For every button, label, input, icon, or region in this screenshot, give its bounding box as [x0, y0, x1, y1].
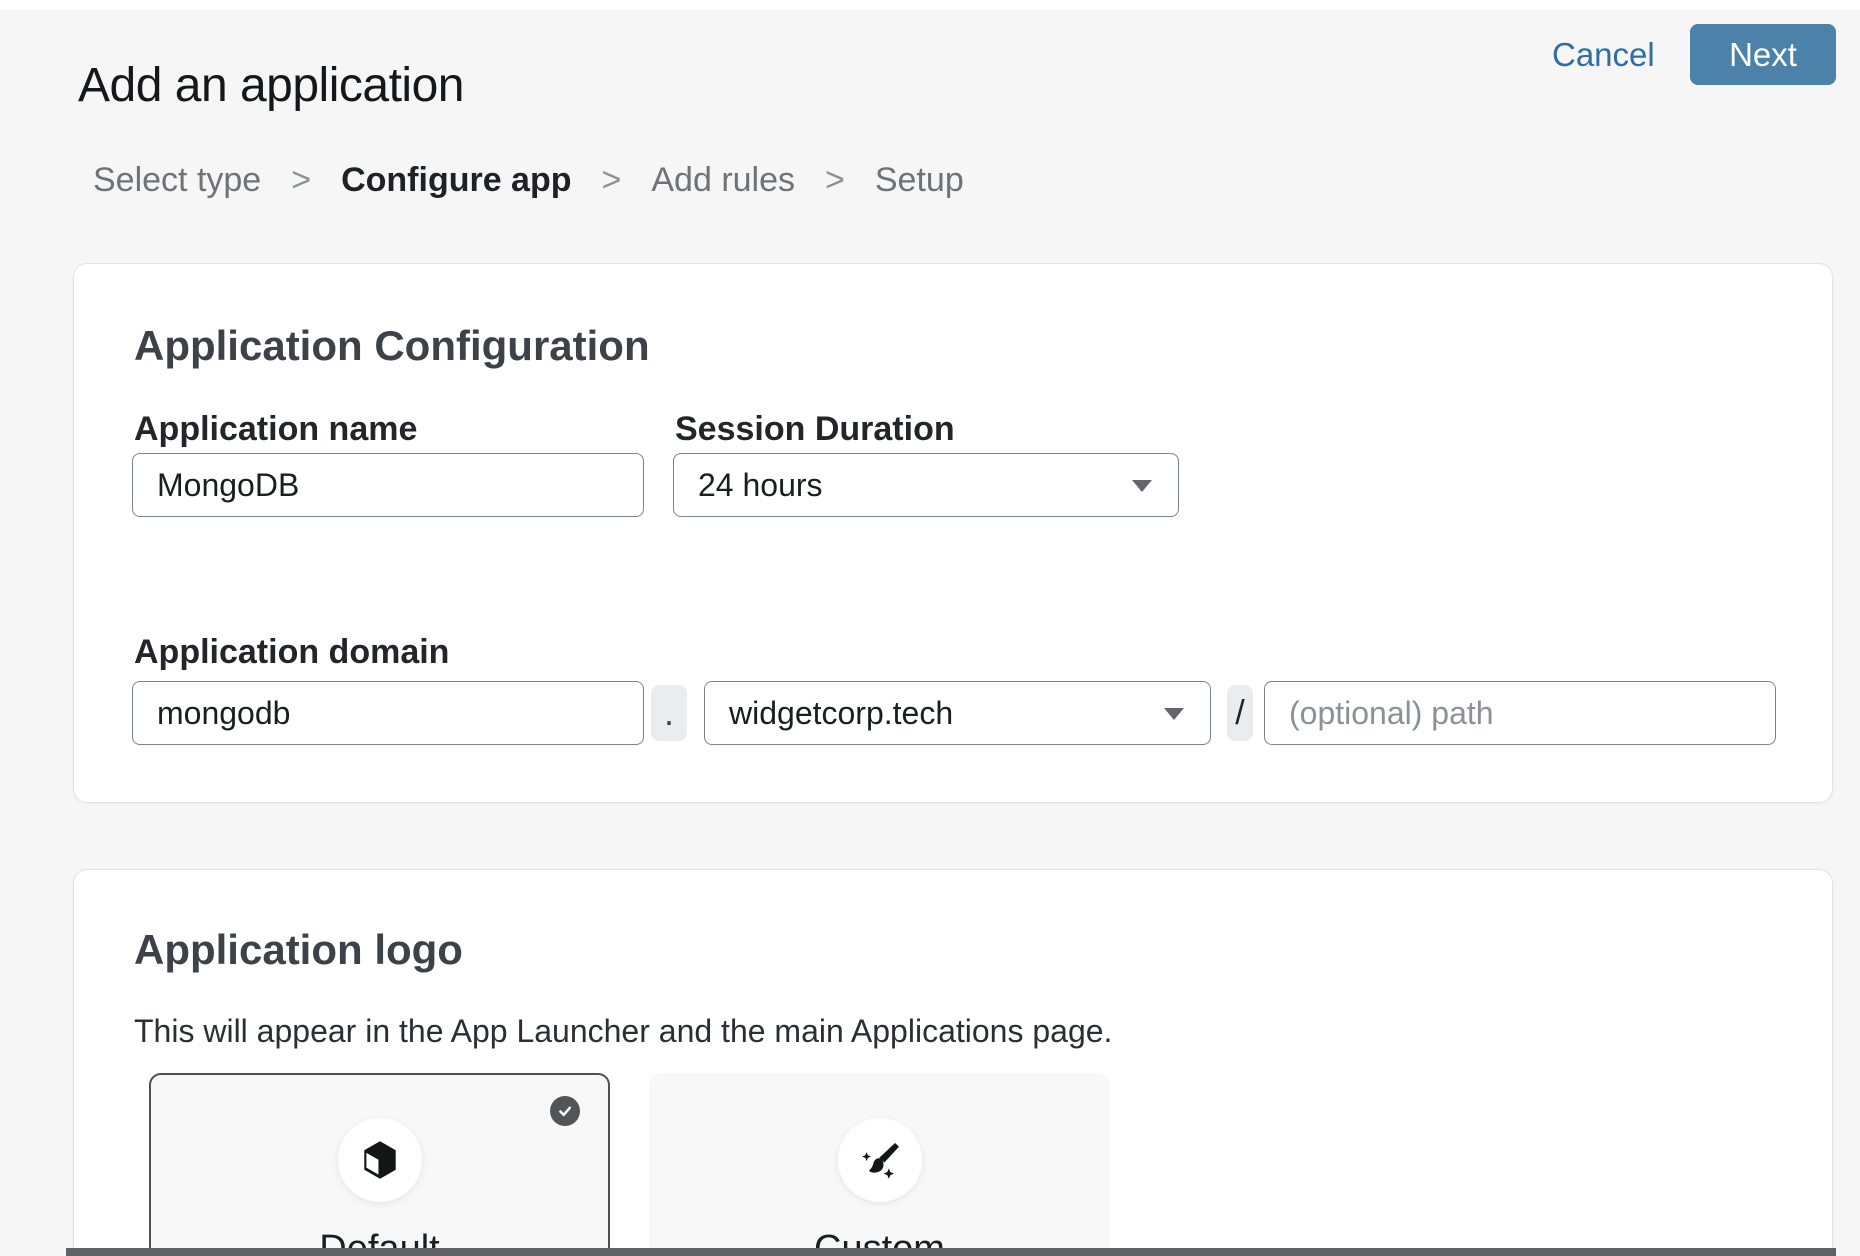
next-button[interactable]: Next [1690, 24, 1836, 85]
cube-icon [357, 1137, 403, 1183]
domain-slash-separator: / [1227, 685, 1253, 741]
chevron-down-icon [1164, 708, 1184, 720]
breadcrumb-step-setup[interactable]: Setup [875, 159, 964, 201]
cancel-button[interactable]: Cancel [1552, 35, 1655, 75]
viewport-bottom-edge [66, 1248, 1836, 1256]
domain-dot-separator: . [651, 685, 687, 741]
application-name-input[interactable] [132, 453, 644, 517]
breadcrumb-separator: > [291, 159, 311, 201]
next-button-label: Next [1729, 36, 1797, 74]
selected-check-badge [550, 1096, 580, 1126]
add-application-page: Add an application Cancel Next Select ty… [0, 0, 1860, 1256]
breadcrumb-separator: > [602, 159, 622, 201]
session-duration-label: Session Duration [675, 409, 955, 449]
logo-option-custom[interactable]: Custom [649, 1073, 1110, 1256]
subdomain-input[interactable] [132, 681, 644, 745]
application-name-label: Application name [134, 409, 417, 449]
domain-select[interactable]: widgetcorp.tech [704, 681, 1211, 745]
application-logo-card: Application logo This will appear in the… [73, 869, 1833, 1256]
session-duration-value: 24 hours [698, 467, 823, 504]
application-configuration-heading: Application Configuration [134, 321, 650, 371]
default-logo-circle [338, 1118, 422, 1202]
domain-select-value: widgetcorp.tech [729, 695, 953, 732]
path-input[interactable] [1264, 681, 1776, 745]
top-white-strip [0, 0, 1860, 10]
paintbrush-icon [857, 1137, 903, 1183]
logo-option-default[interactable]: Default [149, 1073, 610, 1256]
breadcrumb-step-configure-app[interactable]: Configure app [341, 159, 571, 201]
page-title: Add an application [78, 57, 464, 115]
breadcrumb-step-select-type[interactable]: Select type [93, 159, 261, 201]
application-logo-description: This will appear in the App Launcher and… [134, 1011, 1112, 1051]
application-logo-heading: Application logo [134, 925, 463, 975]
application-domain-label: Application domain [134, 632, 449, 672]
breadcrumb-separator: > [825, 159, 845, 201]
session-duration-select[interactable]: 24 hours [673, 453, 1179, 517]
check-icon [555, 1101, 575, 1121]
breadcrumb-step-add-rules[interactable]: Add rules [651, 159, 795, 201]
application-configuration-card: Application Configuration Application na… [73, 263, 1833, 803]
breadcrumb: Select type > Configure app > Add rules … [93, 159, 964, 201]
chevron-down-icon [1132, 480, 1152, 492]
custom-logo-circle [838, 1118, 922, 1202]
